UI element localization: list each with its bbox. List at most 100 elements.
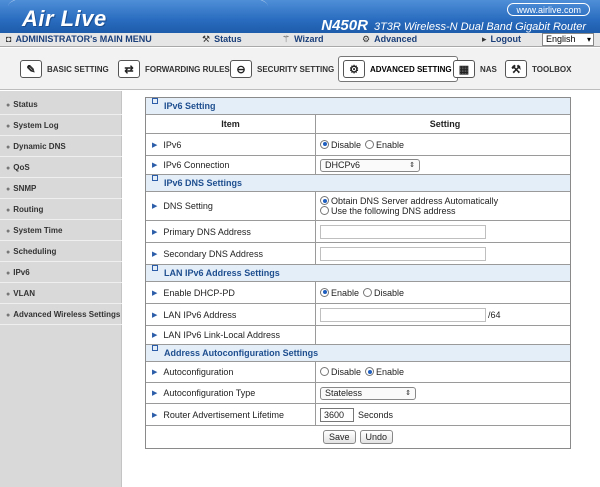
primary-dns-input[interactable] (320, 224, 486, 239)
ra-lifetime-label: Router Advertisement Lifetime (163, 409, 284, 420)
model-description: 3T3R Wireless-N Dual Band Gigabit Router (373, 21, 586, 33)
dhcp-pd-enable-radio[interactable]: Enable (320, 287, 359, 298)
ipv6-enable-radio[interactable]: Enable (365, 139, 404, 150)
autoconfiguration-type-label: Autoconfiguration Type (163, 388, 256, 398)
sidebar-item-scheduling[interactable]: ● Scheduling (0, 242, 122, 262)
wizard-icon: ⚚ (282, 34, 291, 44)
undo-button[interactable]: Undo (359, 430, 394, 444)
row-arrow-icon: ▶ (152, 250, 158, 258)
lan-ipv6-address-label: LAN IPv6 Address (163, 309, 237, 320)
airlive-logo: Air Live (22, 6, 107, 31)
section-autoconfiguration: Address Autoconfiguration Settings (146, 345, 570, 362)
bullet-icon: ● (6, 312, 11, 319)
language-select[interactable]: English ▾ (542, 33, 594, 46)
section-ipv6-dns: IPv6 DNS Settings (146, 175, 570, 192)
section-box-icon (152, 345, 158, 351)
bullet-icon: ● (6, 165, 11, 172)
bullet-icon: ● (6, 102, 11, 109)
bullet-icon: ● (6, 270, 11, 277)
prefix-length: /64 (488, 309, 501, 320)
nas-icon: ▦ (453, 60, 475, 78)
basic-setting-icon: ✎ (20, 60, 42, 78)
row-dns-setting: ▶ DNS Setting Obtain DNS Server address A… (146, 192, 570, 221)
sidebar-item-status[interactable]: ● Status (0, 95, 122, 115)
ipv6-settings-table: IPv6 Setting Item Setting ▶ IPv6 Disable … (145, 97, 571, 449)
sidebar-item-snmp[interactable]: ● SNMP (0, 179, 122, 199)
nav-wizard[interactable]: ⚚ Wizard (282, 34, 324, 45)
section-box-icon (152, 265, 158, 271)
autoconf-disable-radio[interactable]: Disable (320, 367, 361, 377)
row-arrow-icon: ▶ (152, 228, 158, 236)
section-box-icon (152, 175, 158, 181)
sidebar-item-advanced-wireless[interactable]: ● Advanced Wireless Settings (0, 305, 122, 325)
lan-ipv6-address-input[interactable] (320, 307, 486, 322)
dns-manual-radio[interactable]: Use the following DNS address (320, 206, 456, 216)
logout-arrow-icon: ▸ (482, 34, 487, 44)
col-item-header: Item (146, 115, 316, 133)
tab-forwarding-rules[interactable]: ⇄ FORWARDING RULES (118, 56, 230, 82)
dhcp-pd-disable-radio[interactable]: Disable (363, 287, 404, 298)
bullet-icon: ● (6, 228, 11, 235)
dns-setting-label: DNS Setting (163, 201, 213, 211)
dns-auto-radio[interactable]: Obtain DNS Server address Automatically (320, 196, 498, 206)
sidebar-item-system-time[interactable]: ● System Time (0, 221, 122, 241)
top-navigation: ◘ ADMINISTRATOR's MAIN MENU ⚒ Status ⚚ Wiza… (0, 33, 600, 47)
bullet-icon: ● (6, 144, 11, 151)
tab-basic-setting[interactable]: ✎ BASIC SETTING (20, 56, 109, 82)
tab-bar: ✎ BASIC SETTING ⇄ FORWARDING RULES ⊖ SECURI… (0, 48, 600, 90)
save-button[interactable]: Save (322, 430, 356, 444)
dropdown-arrow-icon: ▾ (586, 35, 591, 44)
autoconfiguration-label: Autoconfiguration (163, 367, 234, 377)
col-setting-header: Setting (429, 119, 461, 129)
row-autoconfiguration-type: ▶ Autoconfiguration Type Stateless ⇕ (146, 383, 570, 404)
ra-lifetime-unit: Seconds (358, 409, 394, 420)
select-caret-icon: ⇕ (409, 161, 415, 169)
toolbox-icon: ⚒ (505, 60, 527, 78)
dhcp-pd-label: Enable DHCP-PD (163, 287, 235, 298)
tab-security-setting[interactable]: ⊖ SECURITY SETTING (230, 56, 334, 82)
nav-advanced[interactable]: ⚙ Advanced (362, 34, 417, 45)
row-arrow-icon: ▶ (152, 311, 158, 319)
sidebar-item-system-log[interactable]: ● System Log (0, 116, 122, 136)
autoconfiguration-type-select[interactable]: Stateless ⇕ (320, 386, 416, 400)
forwarding-icon: ⇄ (118, 60, 140, 78)
section-lan-ipv6: LAN IPv6 Address Settings (146, 265, 570, 282)
bullet-icon: ● (6, 249, 11, 256)
sidebar-item-qos[interactable]: ● QoS (0, 158, 122, 178)
advanced-setting-icon: ⚙ (343, 60, 365, 78)
row-ipv6-connection: ▶ IPv6 Connection DHCPv6 ⇕ (146, 156, 570, 175)
bullet-icon: ● (6, 186, 11, 193)
row-dhcp-pd: ▶ Enable DHCP-PD Enable Disable (146, 282, 570, 304)
primary-dns-label: Primary DNS Address (163, 226, 251, 237)
header-banner: Air Live www.airlive.com N450R 3T3R Wirel… (0, 0, 600, 33)
ipv6-connection-label: IPv6 Connection (163, 160, 230, 170)
row-arrow-icon: ▶ (152, 203, 158, 210)
autoconf-enable-radio[interactable]: Enable (365, 367, 404, 377)
status-icon: ⚒ (202, 34, 211, 44)
tab-advanced-setting[interactable]: ⚙ ADVANCED SETTING (338, 56, 458, 82)
admin-main-menu[interactable]: ◘ ADMINISTRATOR's MAIN MENU (6, 34, 152, 44)
row-ipv6: ▶ IPv6 Disable Enable (146, 134, 570, 156)
sidebar-item-vlan[interactable]: ● VLAN (0, 284, 122, 304)
sidebar-item-routing[interactable]: ● Routing (0, 200, 122, 220)
ipv6-label: IPv6 (163, 139, 182, 150)
sidebar-item-dynamic-dns[interactable]: ● Dynamic DNS (0, 137, 122, 157)
sidebar-item-ipv6[interactable]: ● IPv6 (0, 263, 122, 283)
ra-lifetime-input[interactable]: 3600 (320, 407, 354, 422)
website-link[interactable]: www.airlive.com (507, 3, 590, 16)
ipv6-connection-select[interactable]: DHCPv6 ⇕ (320, 158, 420, 172)
row-arrow-icon: ▶ (152, 411, 158, 419)
nav-status[interactable]: ⚒ Status (202, 34, 242, 45)
tab-nas[interactable]: ▦ NAS (453, 56, 497, 82)
tab-toolbox[interactable]: ⚒ TOOLBOX (505, 56, 571, 82)
ipv6-disable-radio[interactable]: Disable (320, 139, 361, 150)
bullet-icon: ● (6, 207, 11, 214)
secondary-dns-input[interactable] (320, 246, 486, 261)
menu-bullet-icon: ◘ (6, 34, 12, 44)
row-arrow-icon: ▶ (152, 141, 158, 149)
lan-link-local-label: LAN IPv6 Link-Local Address (163, 330, 280, 340)
nav-logout[interactable]: ▸ Logout (482, 34, 521, 45)
row-secondary-dns: ▶ Secondary DNS Address (146, 243, 570, 265)
form-buttons: Save Undo (146, 426, 570, 448)
row-arrow-icon: ▶ (152, 369, 158, 376)
